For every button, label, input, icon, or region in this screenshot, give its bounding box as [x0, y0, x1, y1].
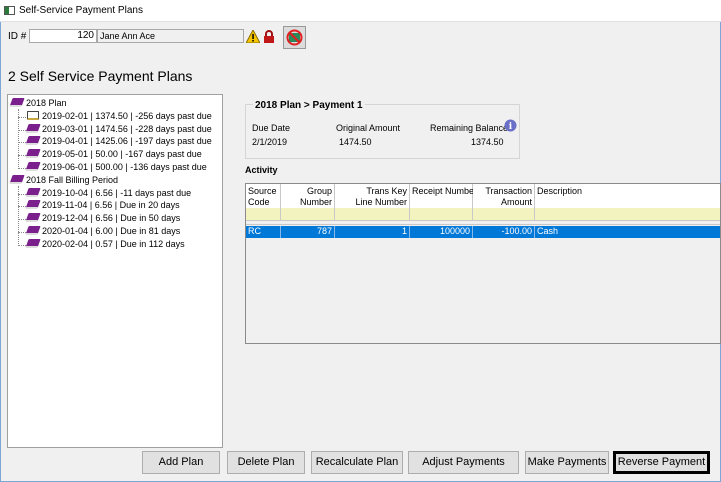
tree-payment-node[interactable]: 2019-02-01 | 1374.50 | -256 days past du…: [27, 110, 212, 122]
plan-tree[interactable]: 2018 Plan 2019-02-01 | 1374.50 | -256 day…: [7, 94, 223, 448]
payment-details-group: 2018 Plan > Payment 1 Due Date 2/1/2019 …: [245, 100, 520, 159]
tree-payment-node[interactable]: 2019-12-04 | 6.56 | Due in 50 days: [25, 213, 181, 224]
details-title: 2018 Plan > Payment 1: [253, 100, 365, 111]
payment-label: 2019-11-04 | 6.56 | Due in 20 days: [42, 200, 180, 211]
tree-payment-node[interactable]: 2019-11-04 | 6.56 | Due in 20 days: [25, 200, 180, 211]
tree-payment-node[interactable]: 2019-04-01 | 1425.06 | -197 days past du…: [25, 136, 212, 147]
column-header[interactable]: Trans Key Line Number: [335, 184, 410, 208]
payment-book-icon: [25, 200, 41, 210]
payment-book-icon: [25, 187, 41, 197]
plan-label: 2018 Fall Billing Period: [26, 174, 119, 185]
table-cell: RC: [246, 226, 281, 238]
plan-book-icon: [9, 174, 25, 184]
column-header[interactable]: Source Code: [246, 184, 281, 208]
column-header[interactable]: Transaction Amount: [473, 184, 535, 208]
tree-plan-node[interactable]: 2018 Fall Billing Period: [9, 174, 119, 186]
filter-cell[interactable]: [535, 208, 720, 221]
add-plan-button[interactable]: Add Plan: [142, 451, 220, 474]
column-header[interactable]: Receipt Number: [410, 184, 477, 208]
payment-book-icon: [25, 213, 41, 223]
tree-payment-node[interactable]: 2019-03-01 | 1474.56 | -228 days past du…: [25, 123, 212, 135]
svg-text:i: i: [509, 122, 513, 132]
payment-label: 2019-06-01 | 500.00 | -136 days past due: [42, 162, 207, 172]
activity-grid[interactable]: Source Code Group Number Trans Key Line Nu…: [245, 183, 721, 344]
remaining-balance-label: Remaining Balance: [430, 123, 509, 133]
no-email-icon: [286, 29, 303, 46]
payment-book-icon: [25, 162, 41, 171]
payment-book-icon: [25, 136, 41, 146]
tree-connector: [18, 193, 26, 195]
filter-cell[interactable]: [335, 208, 410, 221]
open-book-icon: [27, 110, 39, 120]
tree-payment-node[interactable]: 2019-05-01 | 50.00 | -167 days past due: [25, 149, 202, 160]
reverse-payment-button[interactable]: Reverse Payment: [613, 451, 710, 474]
id-input[interactable]: 120: [29, 29, 97, 43]
title-bar: Self-Service Payment Plans: [0, 0, 721, 22]
due-date-label: Due Date: [252, 123, 291, 133]
tree-connector: [18, 244, 26, 246]
payment-label: 2019-05-01 | 50.00 | -167 days past due: [42, 149, 202, 160]
tree-connector: [18, 109, 19, 169]
payment-label: 2019-12-04 | 6.56 | Due in 50 days: [42, 213, 181, 224]
table-cell: Cash: [535, 226, 720, 238]
payment-book-icon: [25, 149, 41, 159]
table-cell: 787: [281, 226, 335, 238]
payment-book-icon: [25, 123, 41, 133]
adjust-payments-button[interactable]: Adjust Payments: [408, 451, 519, 474]
payment-label: 2020-02-04 | 0.57 | Due in 112 days: [42, 238, 185, 249]
payment-book-icon: [25, 226, 41, 235]
delete-plan-button[interactable]: Delete Plan: [227, 451, 305, 474]
tree-connector: [18, 116, 26, 118]
table-cell: -100.00: [473, 226, 535, 238]
payment-label: 2020-01-04 | 6.00 | Due in 81 days: [42, 226, 181, 236]
recalculate-plan-button[interactable]: Recalculate Plan: [311, 451, 403, 474]
warning-icon[interactable]: [246, 30, 260, 43]
filter-cell[interactable]: [473, 208, 535, 221]
grid-separator: [246, 221, 720, 225]
original-amount-label: Original Amount: [336, 123, 401, 133]
tree-connector: [18, 129, 26, 131]
table-cell: 1: [335, 226, 410, 238]
column-header[interactable]: Description: [535, 184, 720, 208]
plan-label: 2018 Plan: [26, 98, 67, 108]
activity-label: Activity: [245, 165, 278, 175]
page-title: 2 Self Service Payment Plans: [8, 68, 193, 84]
window-title: Self-Service Payment Plans: [19, 5, 143, 16]
payment-label: 2019-02-01 | 1374.50 | -256 days past du…: [42, 110, 212, 121]
remaining-balance-value: 1374.50: [471, 137, 504, 147]
make-payments-button[interactable]: Make Payments: [525, 451, 609, 474]
tree-payment-node[interactable]: 2019-10-04 | 6.56 | -11 days past due: [25, 187, 192, 199]
tree-payment-node[interactable]: 2019-06-01 | 500.00 | -136 days past due: [25, 162, 207, 173]
payment-book-icon: [25, 238, 41, 248]
original-amount-value: 1474.50: [339, 137, 372, 147]
info-icon[interactable]: i: [504, 119, 517, 132]
payment-label: 2019-03-01 | 1474.56 | -228 days past du…: [42, 123, 212, 134]
due-date-value: 2/1/2019: [252, 137, 288, 147]
payment-label: 2019-04-01 | 1425.06 | -197 days past du…: [42, 136, 212, 147]
tree-payment-node[interactable]: 2020-01-04 | 6.00 | Due in 81 days: [25, 226, 181, 237]
filter-cell[interactable]: [246, 208, 281, 221]
no-email-button[interactable]: [283, 26, 306, 49]
filter-cell[interactable]: [410, 208, 473, 221]
plan-book-icon: [9, 98, 25, 107]
tree-connector: [18, 185, 19, 246]
column-header[interactable]: Group Number: [281, 184, 335, 208]
filter-cell[interactable]: [281, 208, 335, 221]
payment-label: 2019-10-04 | 6.56 | -11 days past due: [42, 187, 192, 198]
tree-plan-node[interactable]: 2018 Plan: [9, 98, 67, 109]
name-field: Jane Ann Ace: [97, 29, 244, 43]
tree-payment-node[interactable]: 2020-02-04 | 0.57 | Due in 112 days: [25, 238, 185, 250]
table-cell: 100000: [410, 226, 473, 238]
id-label: ID #: [8, 31, 27, 42]
lock-icon[interactable]: [263, 30, 275, 43]
app-icon: [4, 6, 15, 15]
